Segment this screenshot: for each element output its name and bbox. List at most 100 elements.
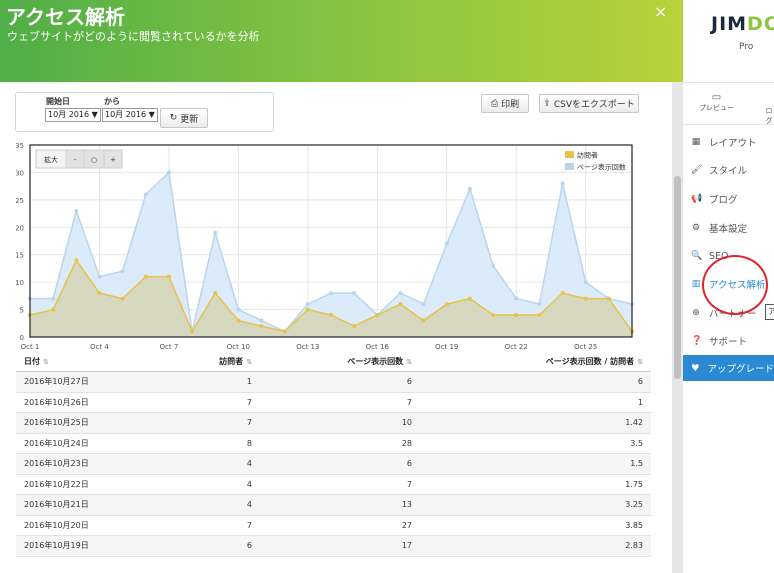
data-point [236, 318, 241, 323]
data-point [491, 263, 496, 268]
data-point [143, 192, 148, 197]
zoom-button-label: 拡大 [44, 155, 58, 164]
cell-ratio: 3.85 [420, 515, 651, 536]
y-tick-label: 25 [16, 197, 24, 205]
export-icon: ⇪ [543, 98, 551, 109]
data-point [74, 258, 79, 263]
sidebar-item-blog[interactable]: 📢 ブログ [691, 190, 738, 208]
cell-ratio: 3.5 [420, 433, 651, 454]
x-tick-label: Oct 22 [505, 343, 528, 351]
tooltip: ア [765, 304, 774, 320]
start-date-label: 開始日 [46, 97, 70, 106]
data-point [352, 324, 357, 329]
column-header-pageviews[interactable]: ページ表示回数 ⇅ [260, 351, 420, 372]
legend-label: 訪問者 [577, 151, 598, 160]
data-point [259, 318, 264, 323]
close-icon[interactable]: × [654, 2, 667, 21]
cell-ratio: 1.42 [420, 412, 651, 434]
data-point [213, 230, 218, 235]
stats-table: 日付 ⇅ 訪問者 ⇅ ページ表示回数 ⇅ ページ表示回数 / 訪問者 ⇅ 2016年10… [16, 351, 651, 557]
table-row: 2016年10月19日 6 17 2.83 [16, 535, 651, 557]
cell-pageviews: 28 [260, 433, 420, 454]
cell-date: 2016年10月24日 [16, 433, 131, 454]
table-row: 2016年10月22日 4 7 1.75 [16, 474, 651, 495]
table-header-row: 日付 ⇅ 訪問者 ⇅ ページ表示回数 ⇅ ページ表示回数 / 訪問者 ⇅ [16, 351, 651, 372]
cell-pageviews: 27 [260, 515, 420, 536]
data-point [444, 241, 449, 246]
table-row: 2016年10月23日 4 6 1.5 [16, 453, 651, 475]
megaphone-icon: 📢 [691, 194, 703, 204]
column-header-date[interactable]: 日付 ⇅ [16, 351, 131, 372]
update-label: 更新 [180, 114, 199, 125]
x-tick-label: Oct 13 [296, 343, 319, 351]
csv-export-button[interactable]: ⇪ CSVをエクスポート [539, 94, 639, 113]
panel-subtitle: ウェブサイトがどのように閲覧されているかを分析 [7, 30, 260, 43]
cell-date: 2016年10月21日 [16, 494, 131, 516]
cell-pageviews: 17 [260, 535, 420, 557]
panel-title: アクセス解析 [6, 5, 125, 29]
cell-ratio: 2.83 [420, 535, 651, 557]
brush-icon: 🖌 [691, 165, 703, 175]
sidebar-item-style[interactable]: 🖌 スタイル [691, 161, 747, 179]
visits-chart: 0 5 10 15 20 25 30 35 Oct 1 Oct 4 Oct 7 Oct 10 Oct 1… [16, 142, 634, 351]
cell-pageviews: 7 [260, 474, 420, 495]
x-tick-label: Oct 1 [21, 343, 40, 351]
gear-icon: ⚙ [691, 223, 701, 233]
sidebar-item-settings[interactable]: ⚙ 基本設定 [691, 219, 747, 237]
y-tick-label: 5 [20, 307, 24, 315]
start-date-select[interactable]: 10月 2016 ▼ [45, 108, 101, 122]
print-label: 印刷 [501, 100, 520, 110]
cell-visitors: 7 [131, 392, 260, 413]
zoom-in-button-label: + [110, 156, 116, 164]
cell-visitors: 6 [131, 535, 260, 557]
data-point [97, 291, 102, 296]
data-point [213, 291, 218, 296]
cell-visitors: 7 [131, 412, 260, 434]
cell-ratio: 1.75 [420, 474, 651, 495]
divider [683, 82, 774, 83]
y-tick-label: 30 [16, 169, 24, 177]
cell-date: 2016年10月20日 [16, 515, 131, 536]
end-date-select[interactable]: 10月 2016 ▼ [102, 108, 158, 122]
data-point [282, 329, 287, 334]
divider [683, 124, 774, 125]
print-button[interactable]: ⎙ 印刷 [481, 94, 529, 113]
data-point [398, 291, 403, 296]
cell-ratio: 1.5 [420, 453, 651, 475]
refresh-icon: ↻ [169, 113, 178, 123]
update-button[interactable]: ↻ 更新 [160, 108, 208, 128]
question-icon: ❓ [691, 336, 703, 346]
tab-preview[interactable]: ▭ プレビュー [699, 93, 734, 113]
data-point [143, 274, 148, 279]
x-tick-label: Oct 25 [574, 343, 597, 351]
upgrade-button[interactable]: ♥ アップグレード [683, 355, 774, 381]
column-header-visitors[interactable]: 訪問者 ⇅ [131, 351, 260, 372]
table-row: 2016年10月27日 1 6 6 [16, 371, 651, 393]
cell-pageviews: 13 [260, 494, 420, 516]
search-icon: 🔍 [691, 251, 703, 261]
cell-visitors: 1 [131, 371, 260, 393]
data-point [51, 307, 56, 312]
data-point [97, 274, 102, 279]
sort-icon: ⇅ [637, 357, 643, 366]
data-point [305, 302, 310, 307]
scrollbar-thumb[interactable] [674, 176, 681, 379]
data-point [514, 313, 519, 318]
sidebar-item-support[interactable]: ❓ サポート [691, 332, 747, 350]
cell-ratio: 3.25 [420, 494, 651, 516]
tab-log[interactable]: ログ [764, 106, 774, 126]
data-point [514, 296, 519, 301]
y-tick-label: 10 [16, 279, 24, 287]
cell-pageviews: 6 [260, 371, 420, 393]
column-header-ratio[interactable]: ページ表示回数 / 訪問者 ⇅ [420, 351, 651, 372]
data-point [467, 186, 472, 191]
sidebar-item-layout[interactable]: ▦ レイアウト [691, 133, 757, 151]
data-point [398, 302, 403, 307]
panel-header: アクセス解析 ウェブサイトがどのように閲覧されているかを分析 × [0, 0, 683, 82]
data-point [537, 302, 542, 307]
data-point [606, 296, 611, 301]
zoom-reset-button-label: ○ [91, 156, 97, 164]
y-tick-label: 20 [16, 224, 24, 232]
cell-pageviews: 6 [260, 453, 420, 475]
data-point [352, 291, 357, 296]
